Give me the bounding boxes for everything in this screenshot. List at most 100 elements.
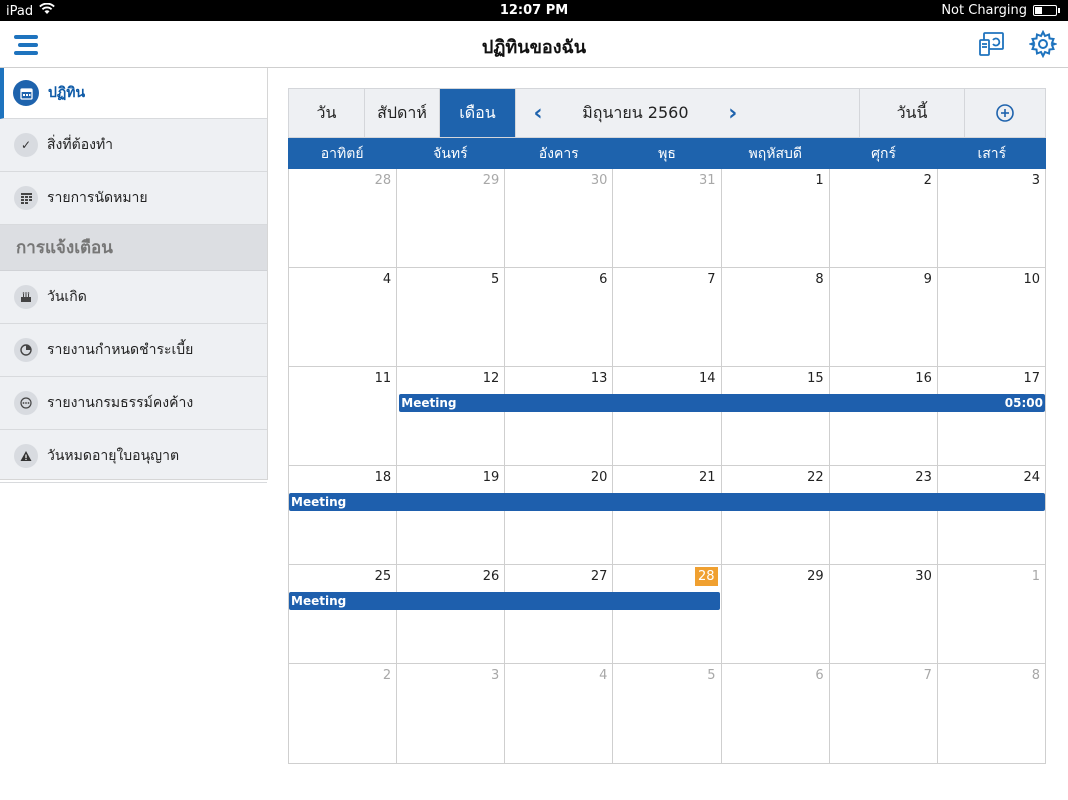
calendar-day-cell[interactable]: 8	[721, 268, 830, 367]
calendar-grid: 28 29 30 31 1 2 3 4 5 6 7 8 9 10 11 12 13 14 15 16 17 Meeting…	[288, 169, 1046, 764]
calendar-day-cell[interactable]: 16	[829, 367, 938, 466]
weekday-label: พฤหัสบดี	[748, 145, 802, 162]
calendar-day-cell[interactable]: 31	[613, 169, 722, 268]
charging-status: Not Charging	[941, 3, 1027, 18]
calendar-day-cell-today[interactable]: 28	[613, 565, 722, 664]
day-number: 6	[815, 668, 824, 683]
day-number: 29	[807, 569, 824, 584]
calendar-day-cell[interactable]: 5	[397, 268, 506, 367]
day-number: 2	[382, 668, 392, 683]
event-title: Meeting	[291, 594, 347, 608]
calendar-day-cell[interactable]: 19	[397, 466, 506, 565]
calendar-day-cell[interactable]: 7	[829, 664, 938, 764]
sidebar-item-todo[interactable]: ✓ สิ่งที่ต้องทำ	[0, 119, 267, 172]
day-number: 15	[807, 371, 824, 386]
calendar-day-cell[interactable]: 7	[613, 268, 722, 367]
weekday-label: ศุกร์	[871, 145, 896, 162]
sidebar-item-birthday[interactable]: วันเกิด	[0, 271, 267, 324]
tab-month-view[interactable]: เดือน	[440, 89, 516, 137]
calendar-day-cell[interactable]: 26	[397, 565, 506, 664]
weekday-label: พุธ	[658, 145, 676, 162]
sidebar-item-appointments[interactable]: รายการนัดหมาย	[0, 172, 267, 225]
calendar-day-cell[interactable]: 13	[505, 367, 614, 466]
calendar-week-row: 28 29 30 31 1 2 3	[289, 169, 1046, 268]
day-number: 24	[1023, 470, 1040, 485]
calendar-grid-icon	[14, 186, 38, 210]
calendar-day-cell[interactable]: 11	[289, 367, 398, 466]
calendar-day-cell[interactable]: 20	[505, 466, 614, 565]
weekday-label: เสาร์	[977, 145, 1007, 162]
page-title: ปฏิทินของฉัน	[481, 37, 587, 58]
gear-icon[interactable]	[1027, 29, 1059, 59]
calendar-day-cell[interactable]: 2	[829, 169, 938, 268]
calendar-day-cell[interactable]: 8	[937, 664, 1046, 764]
calendar-day-cell[interactable]: 29	[721, 565, 830, 664]
day-number: 5	[491, 272, 500, 287]
calendar-day-cell[interactable]: 5	[613, 664, 722, 764]
calendar-day-cell[interactable]: 27	[505, 565, 614, 664]
app-header: ปฏิทินของฉัน	[0, 21, 1068, 68]
calendar-day-cell[interactable]: 25	[289, 565, 398, 664]
month-navigator: ‹ มิถุนายน 2560 ›	[516, 89, 860, 137]
weekday-label: จันทร์	[433, 145, 468, 162]
calendar-day-cell[interactable]: 1	[937, 565, 1046, 664]
calendar-day-cell[interactable]: 10	[937, 268, 1046, 367]
calendar-toolbar: วัน สัปดาห์ เดือน ‹ มิถุนายน 2560 › วันน…	[288, 88, 1046, 138]
calendar-icon	[13, 80, 39, 106]
sidebar-item-pending-policies[interactable]: รายงานกรมธรรม์คงค้าง	[0, 377, 267, 430]
sidebar-item-license-expiry[interactable]: วันหมดอายุใบอนุญาต	[0, 430, 267, 483]
calendar-day-cell[interactable]: 1	[721, 169, 830, 268]
chevron-left-icon[interactable]: ‹	[528, 101, 548, 126]
sidebar-item-premium-due[interactable]: รายงานกำหนดชำระเบี้ย	[0, 324, 267, 377]
sidebar-item-label: รายงานกำหนดชำระเบี้ย	[47, 342, 194, 358]
sidebar-item-calendar[interactable]: ปฏิทิน	[0, 68, 267, 119]
calendar-event[interactable]: Meeting 05:00	[399, 394, 1045, 412]
day-number: 25	[374, 569, 392, 584]
calendar-day-cell[interactable]: 6	[505, 268, 614, 367]
day-number: 1	[1031, 569, 1040, 584]
sidebar-item-label: สิ่งที่ต้องทำ	[47, 137, 114, 153]
sidebar-item-label: วันเกิด	[47, 289, 87, 305]
device-sync-icon[interactable]	[978, 30, 1006, 58]
day-number: 19	[482, 470, 500, 485]
chevron-right-icon[interactable]: ›	[723, 101, 743, 126]
calendar-day-cell[interactable]: 22	[721, 466, 830, 565]
calendar-day-cell[interactable]: 3	[397, 664, 506, 764]
calendar-day-cell[interactable]: 24	[937, 466, 1046, 565]
day-number: 3	[491, 668, 500, 683]
calendar-day-cell[interactable]: 30	[505, 169, 614, 268]
calendar-day-cell[interactable]: 28	[289, 169, 398, 268]
sidebar: ปฏิทิน ✓ สิ่งที่ต้องทำ รายการนัดหมาย การ…	[0, 68, 268, 483]
weekday-label: อาทิตย์	[320, 145, 364, 162]
calendar-day-cell[interactable]: 4	[505, 664, 614, 764]
event-title: Meeting	[291, 495, 347, 509]
calendar-day-cell[interactable]: 30	[829, 565, 938, 664]
calendar-day-cell[interactable]: 17	[937, 367, 1046, 466]
tab-week-view[interactable]: สัปดาห์	[365, 89, 440, 137]
calendar-day-cell[interactable]: 12	[397, 367, 506, 466]
sidebar-item-label: ปฏิทิน	[48, 85, 86, 101]
day-number: 17	[1023, 371, 1040, 386]
calendar-day-cell[interactable]: 9	[829, 268, 938, 367]
calendar-day-cell[interactable]: 18	[289, 466, 398, 565]
day-number: 4	[382, 272, 392, 287]
calendar-day-cell[interactable]: 3	[937, 169, 1046, 268]
day-number: 1	[815, 173, 824, 188]
plus-circle-icon[interactable]	[965, 89, 1045, 137]
calendar-event[interactable]: Meeting	[289, 493, 1045, 511]
calendar-day-cell[interactable]: 14	[613, 367, 722, 466]
day-number: 28	[695, 567, 718, 586]
calendar-day-cell[interactable]: 15	[721, 367, 830, 466]
calendar-day-cell[interactable]: 29	[397, 169, 506, 268]
calendar-day-cell[interactable]: 6	[721, 664, 830, 764]
weekday-header: อาทิตย์ จันทร์ อังคาร พุธ พฤหัสบดี ศุกร์…	[288, 138, 1046, 169]
tab-day-view[interactable]: วัน	[289, 89, 365, 137]
calendar-event[interactable]: Meeting	[289, 592, 721, 610]
today-button[interactable]: วันนี้	[860, 89, 965, 137]
day-number: 8	[1031, 668, 1040, 683]
calendar-day-cell[interactable]: 21	[613, 466, 722, 565]
weekday-label: อังคาร	[538, 145, 579, 162]
calendar-day-cell[interactable]: 2	[289, 664, 398, 764]
calendar-day-cell[interactable]: 23	[829, 466, 938, 565]
calendar-day-cell[interactable]: 4	[289, 268, 398, 367]
